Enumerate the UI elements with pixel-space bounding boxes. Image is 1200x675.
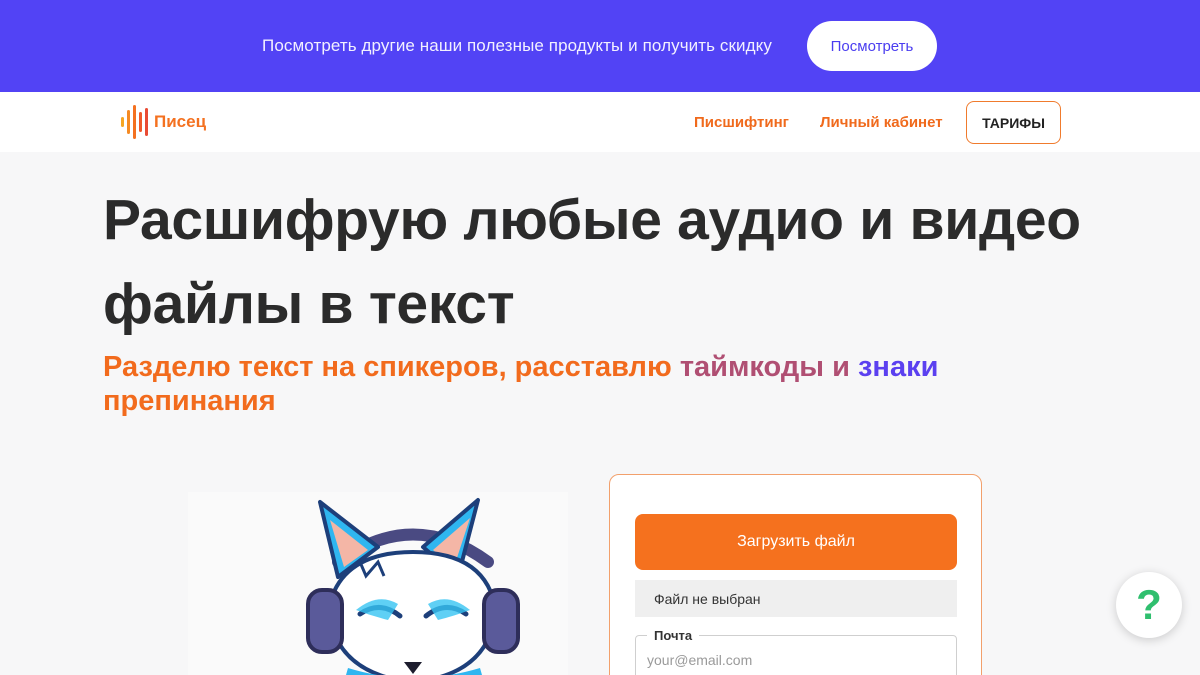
logo-text: Писец	[154, 112, 207, 131]
logo[interactable]: Писец	[121, 102, 206, 142]
promo-text: Посмотреть другие наши полезные продукты…	[262, 36, 773, 55]
file-status: Файл не выбран	[635, 580, 957, 617]
subtitle-part-2: таймкоды	[679, 351, 825, 383]
subtitle-part-4: знаки	[858, 351, 939, 383]
hero-subtitle: Разделю текст на спикеров, расставлю тай…	[103, 350, 983, 418]
question-mark-icon: ?	[1136, 581, 1162, 628]
subtitle-part-3: и	[824, 351, 859, 383]
hero-title: Расшифрую любые аудио и видео файлы в те…	[103, 178, 1103, 346]
email-field[interactable]	[637, 652, 937, 668]
fox-with-headphones-icon	[306, 498, 520, 675]
email-field-wrapper: Почта	[635, 628, 957, 675]
upload-file-button[interactable]: Загрузить файл	[635, 514, 957, 570]
hero-title-line-1: Расшифрую любые аудио и видео	[103, 188, 1081, 252]
nav-link-pisshifting[interactable]: Писшифтинг	[694, 114, 789, 131]
subtitle-part-5: препинания	[103, 385, 276, 417]
email-label: Почта	[647, 628, 700, 643]
hero-title-line-2: файлы в текст	[103, 272, 515, 336]
help-button[interactable]: ?	[1116, 572, 1182, 638]
fox-mascot-illustration	[188, 492, 568, 675]
promo-view-button[interactable]: Посмотреть	[807, 21, 937, 71]
nav-link-account[interactable]: Личный кабинет	[820, 114, 943, 131]
pricing-button[interactable]: ТАРИФЫ	[966, 101, 1061, 144]
subtitle-part-1: Разделю текст на спикеров, расставлю	[103, 351, 680, 383]
sound-wave-logo-icon	[121, 104, 148, 140]
